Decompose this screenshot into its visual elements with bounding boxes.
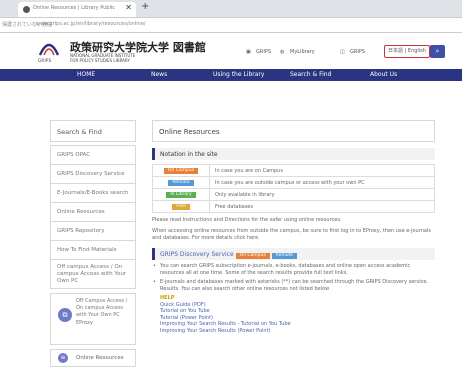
lang-separator: | <box>404 48 407 54</box>
header-link-grips[interactable]: GRIPS <box>350 49 365 55</box>
url-text[interactable]: www.grips.ac.jp/en/library/resources/onl… <box>36 21 146 27</box>
page-title: Online Resources <box>152 120 435 142</box>
search-icon: ⌕ <box>435 47 440 55</box>
notation-desc: In case you are outside campus or access… <box>209 176 435 189</box>
search-button[interactable]: ⌕ <box>430 45 445 58</box>
list-item: E-journals and databases marked with ast… <box>152 279 435 292</box>
browser-tab-bar: Online Resources | Library Public ✕ + <box>0 0 462 18</box>
notation-desc: Only available in library <box>209 188 435 201</box>
global-nav: HOME News Using the Library Search & Fin… <box>0 69 462 81</box>
new-tab-button[interactable]: + <box>141 1 149 12</box>
grips-icon[interactable]: ◫ <box>340 49 345 55</box>
sidebar-item-discovery[interactable]: GRIPS Discovery Service <box>50 164 136 184</box>
sidebar-item-opac[interactable]: GRIPS OPAC <box>50 145 136 165</box>
table-row: Remote In case you are outside campus or… <box>152 176 435 189</box>
nav-using-library[interactable]: Using the Library <box>213 71 264 78</box>
badge-on-campus: On Campus <box>235 253 270 259</box>
mylibrary-icon[interactable]: ◍ <box>280 49 284 55</box>
sidebar-item-offcampus[interactable]: Off campus Access / On campus Access wit… <box>50 259 136 289</box>
header-link-opac[interactable]: GRIPS <box>256 49 271 55</box>
browser-tab[interactable]: Online Resources | Library Public ✕ <box>18 2 136 17</box>
table-row: On Campus In case you are on Campus <box>152 164 435 177</box>
badge-in-library: In Library <box>166 192 196 198</box>
favicon-icon <box>23 6 30 13</box>
badge-free: Free <box>172 204 190 210</box>
discovery-title[interactable]: GRIPS Discovery Service <box>160 251 234 258</box>
nav-about-us[interactable]: About Us <box>370 71 397 78</box>
logo-subtitle-2: FOR POLICY STUDIES LIBRARY <box>70 58 130 63</box>
lang-jp[interactable]: 日本語 <box>388 48 403 54</box>
eproxy-text[interactable]: When accessing online resources from out… <box>152 228 435 242</box>
online-resources-banner[interactable]: ≡ Online Resources <box>50 349 136 367</box>
offcampus-banner-label: Off Campus Access / On campus Access wit… <box>76 298 128 326</box>
notation-desc: Free databases <box>209 200 435 213</box>
header-link-opac-icon[interactable]: ▣ <box>246 49 251 55</box>
site-header: GRIPS 政策研究大学院大学 図書館 NATIONAL GRADUATE IN… <box>0 33 462 69</box>
notation-table: On Campus In case you are on Campus Remo… <box>152 164 435 213</box>
nav-home[interactable]: HOME <box>77 71 95 78</box>
badge-on-campus: On Campus <box>163 168 199 174</box>
table-row: Free Free databases <box>152 200 435 213</box>
address-bar[interactable]: 保護されていない通信 www.grips.ac.jp/en/library/re… <box>0 18 462 33</box>
sidebar-item-repository[interactable]: GRIPS Repository <box>50 221 136 241</box>
logo-acronym: GRIPS <box>38 58 52 63</box>
database-icon: ≡ <box>58 353 68 363</box>
offcampus-banner[interactable]: ⧉ Off Campus Access / On campus Access w… <box>50 293 136 345</box>
notation-desc: In case you are on Campus <box>209 164 435 177</box>
grips-logo-icon[interactable] <box>38 39 60 57</box>
table-row: In Library Only available in library <box>152 188 435 201</box>
main-content: Online Resources Notation in the site On… <box>152 120 435 334</box>
badge-remote: Remote <box>271 253 298 259</box>
language-switcher[interactable]: 日本語 | English <box>384 45 430 58</box>
lang-en[interactable]: English <box>408 48 426 54</box>
list-item: You can search GRIPS subscription e-jour… <box>152 263 435 276</box>
sidebar-heading: Search & Find <box>50 120 136 142</box>
sidebar-item-online-resources[interactable]: Online Resources <box>50 202 136 222</box>
header-link-mylibrary[interactable]: MyLibrary <box>290 49 315 55</box>
discovery-heading: GRIPS Discovery Service On Campus Remote <box>152 248 435 260</box>
close-tab-icon[interactable]: ✕ <box>125 3 132 12</box>
tab-title: Online Resources | Library Public <box>33 5 115 11</box>
pc-icon: ⧉ <box>58 308 72 322</box>
badge-remote: Remote <box>168 180 194 186</box>
sidebar-item-how-to-find[interactable]: How To Find Materials <box>50 240 136 260</box>
online-resources-banner-label: Online Resources <box>76 355 124 361</box>
nav-news[interactable]: News <box>151 71 167 78</box>
sidebar-item-ejournals[interactable]: E-Journals/E-Books search <box>50 183 136 203</box>
nav-search-find[interactable]: Search & Find <box>290 71 331 78</box>
notation-heading: Notation in the site <box>152 148 435 160</box>
sidebar: Search & Find GRIPS OPAC GRIPS Discovery… <box>50 120 136 367</box>
instructions-text[interactable]: Please read Instructions and Directions … <box>152 217 435 224</box>
